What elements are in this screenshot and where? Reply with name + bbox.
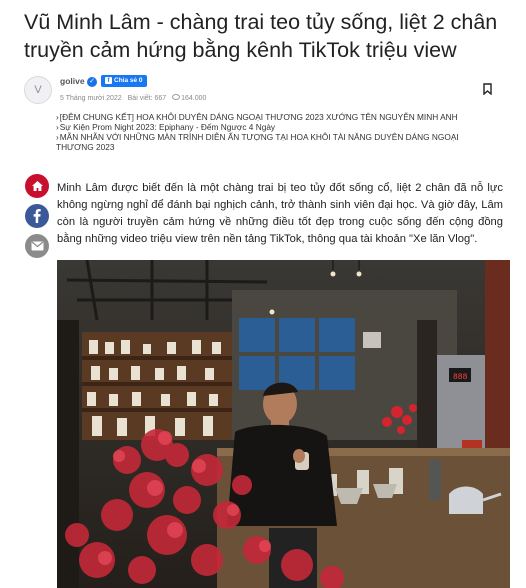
bookmark-icon[interactable] [483,82,492,100]
related-link[interactable]: ›MÃN NHÃN VỚI NHỮNG MÀN TRÌNH DIỄN ẤN TƯ… [56,132,496,152]
author-name[interactable]: golive [60,76,85,86]
home-button[interactable] [25,174,49,198]
mail-icon [31,241,43,251]
facebook-share-icon: f [105,77,112,84]
share-sidebar [25,174,49,264]
publish-date: 5 Tháng mười 2022 [60,95,122,102]
facebook-icon [33,209,41,223]
related-link[interactable]: ›[ĐÊM CHUNG KẾT] HOA KHÔI DUYÊN DÁNG NGO… [56,112,496,122]
related-link[interactable]: ›Sự Kiện Prom Night 2023: Epiphany - Đếm… [56,122,496,132]
related-links: ›[ĐÊM CHUNG KẾT] HOA KHÔI DUYÊN DÁNG NGO… [56,112,496,152]
svg-text:888: 888 [453,373,468,382]
article-meta: V golive ✓ f Chia sẻ 0 5 Tháng mười 2022 … [24,74,504,110]
mail-button[interactable] [25,234,49,258]
facebook-button[interactable] [25,204,49,228]
article-intro: Minh Lâm được biết đến là một chàng trai… [57,182,503,245]
article-photo: 888 [57,260,510,588]
home-icon [31,181,43,191]
facebook-share-button[interactable]: f Chia sẻ 0 [101,75,147,87]
article-title: Vũ Minh Lâm - chàng trai teo tủy sống, l… [24,10,498,62]
author-avatar[interactable]: V [24,76,52,104]
article-count: Bài viết: 667 [127,95,167,102]
share-label: Chia sẻ 0 [114,77,143,84]
verified-check-icon: ✓ [87,77,97,87]
article-stats: 5 Tháng mười 2022 Bài viết: 667 164.000 [60,94,210,102]
view-count: 164.000 [172,94,206,102]
eye-icon [172,94,181,100]
